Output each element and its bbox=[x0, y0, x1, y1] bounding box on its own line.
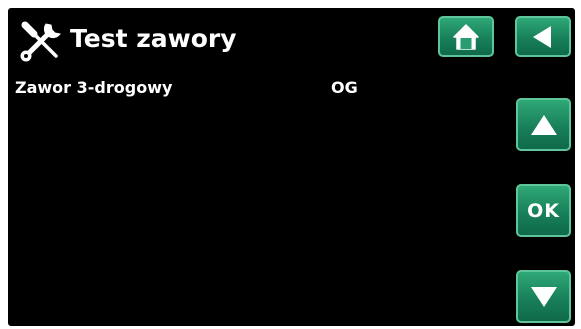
arrow-up-icon bbox=[530, 114, 557, 135]
home-button[interactable] bbox=[438, 16, 494, 57]
valve-label: Zawor 3-drogowy bbox=[15, 78, 173, 97]
home-icon bbox=[453, 23, 479, 50]
ok-button[interactable]: OK bbox=[516, 184, 571, 237]
back-arrow-icon bbox=[533, 25, 551, 48]
down-button[interactable] bbox=[516, 270, 571, 323]
up-button[interactable] bbox=[516, 98, 571, 151]
arrow-down-icon bbox=[530, 286, 557, 307]
page-title: Test zawory bbox=[70, 24, 237, 53]
valve-value[interactable]: OG bbox=[331, 78, 358, 98]
screen: Test zawory Zawor 3-drogowy OG OK bbox=[8, 8, 575, 326]
tools-icon bbox=[20, 21, 61, 62]
back-button[interactable] bbox=[515, 16, 571, 57]
ok-label: OK bbox=[527, 199, 560, 222]
